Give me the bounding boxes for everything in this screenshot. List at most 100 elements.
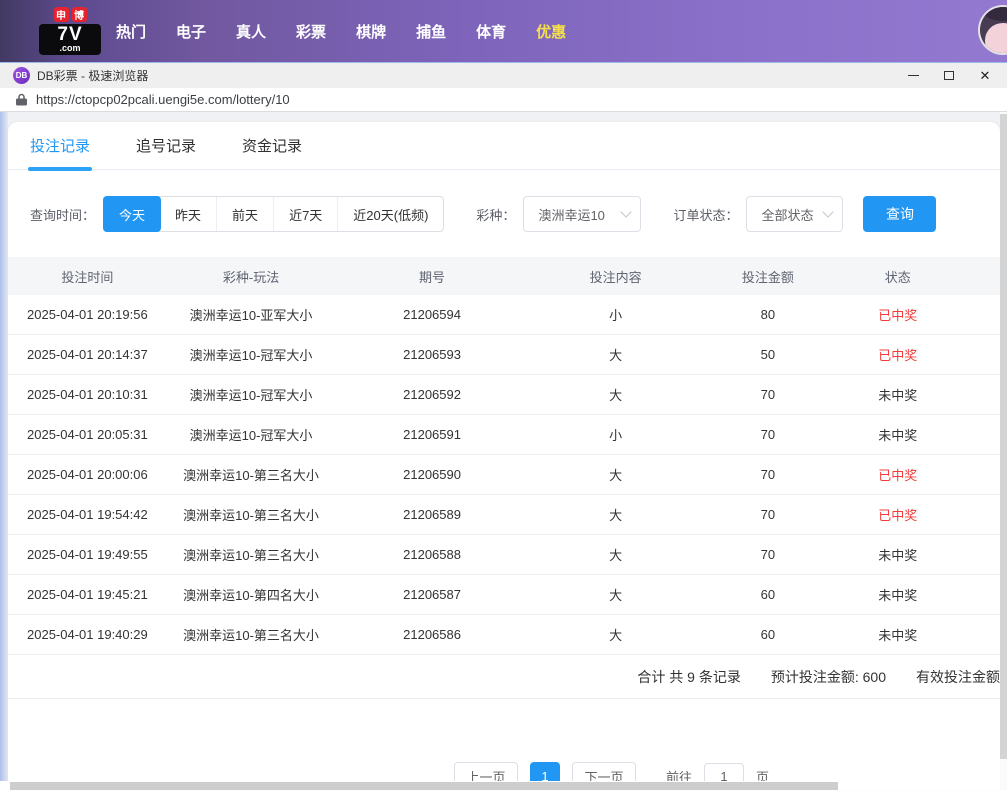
close-button[interactable]: ✕: [967, 63, 1003, 89]
summary-row: 合计 共 9 条记录 预计投注金额: 600 有效投注金额: [8, 655, 1000, 699]
table-row: 2025-04-01 19:54:42澳洲幸运10-第三名大小21206589大…: [8, 495, 1000, 535]
chevron-down-icon: [621, 206, 632, 217]
tab-资金记录[interactable]: 资金记录: [242, 122, 302, 169]
column-header: 期号: [335, 267, 528, 286]
nav-item-热门[interactable]: 热门: [116, 21, 146, 42]
bet-amount: 60: [702, 627, 833, 642]
table-row: 2025-04-01 19:40:29澳洲幸运10-第三名大小21206586大…: [8, 615, 1000, 655]
nav-item-棋牌[interactable]: 棋牌: [356, 21, 386, 42]
table-row: 2025-04-01 20:05:31澳洲幸运10-冠军大小21206591小7…: [8, 415, 1000, 455]
lottery-filter-label: 彩种：: [476, 205, 515, 224]
game-play: 澳洲幸运10-第四名大小: [167, 585, 336, 604]
bet-time: 2025-04-01 20:14:37: [8, 347, 167, 362]
game-play: 澳洲幸运10-第三名大小: [167, 545, 336, 564]
bet-status: 已中奖: [833, 465, 962, 484]
time-option-前天[interactable]: 前天: [216, 197, 273, 231]
nav-item-优惠[interactable]: 优惠: [536, 21, 566, 42]
logo-badge-left: 申: [54, 7, 69, 22]
bet-amount: 70: [702, 427, 833, 442]
lock-icon: [16, 93, 27, 106]
bet-status: 已中奖: [833, 505, 962, 524]
bet-content: 大: [529, 585, 703, 604]
game-play: 澳洲幸运10-冠军大小: [167, 425, 336, 444]
window-title: DB彩票 - 极速浏览器: [37, 67, 148, 84]
time-option-近7天[interactable]: 近7天: [273, 197, 337, 231]
time-option-昨天[interactable]: 昨天: [160, 197, 216, 231]
lottery-select[interactable]: 澳洲幸运10: [523, 196, 641, 232]
bet-content: 小: [529, 425, 703, 444]
bet-content: 大: [529, 345, 703, 364]
bet-status: 未中奖: [833, 385, 962, 404]
browser-app-icon: DB: [13, 67, 30, 84]
bet-time: 2025-04-01 19:45:21: [8, 587, 167, 602]
issue-number: 21206586: [335, 627, 528, 642]
time-option-近20天(低频)[interactable]: 近20天(低频): [337, 197, 443, 231]
maximize-button[interactable]: [931, 63, 967, 89]
content-card: 投注记录追号记录资金记录 查询时间： 今天昨天前天近7天近20天(低频) 彩种：…: [8, 122, 1000, 790]
url-text[interactable]: https://ctopcp02pcali.uengi5e.com/lotter…: [36, 92, 290, 107]
vertical-scrollbar-thumb[interactable]: [1000, 114, 1007, 759]
tab-追号记录[interactable]: 追号记录: [136, 122, 196, 169]
time-option-今天[interactable]: 今天: [103, 196, 161, 232]
record-tabs: 投注记录追号记录资金记录: [8, 122, 1000, 170]
bet-content: 小: [529, 305, 703, 324]
table-row: 2025-04-01 20:19:56澳洲幸运10-亚军大小21206594小8…: [8, 295, 1000, 335]
site-logo[interactable]: 申 博 7V .com: [37, 7, 103, 55]
logo-suffix-text: .com: [39, 44, 101, 53]
bet-time: 2025-04-01 20:00:06: [8, 467, 167, 482]
status-filter-label: 订单状态：: [673, 205, 738, 224]
bet-time: 2025-04-01 19:49:55: [8, 547, 167, 562]
bet-time: 2025-04-01 19:54:42: [8, 507, 167, 522]
bet-status: 未中奖: [833, 585, 962, 604]
nav-item-彩票[interactable]: 彩票: [296, 21, 326, 42]
screen: 申 博 7V .com 热门 电子 真人 彩票 棋牌 捕鱼 体育 优惠 DB DB彩票 - 极…: [0, 0, 1007, 791]
summary-valid: 有效投注金额: [916, 667, 1000, 687]
bet-status: 已中奖: [833, 305, 962, 324]
bet-amount: 70: [702, 467, 833, 482]
address-bar[interactable]: https://ctopcp02pcali.uengi5e.com/lotter…: [0, 88, 1007, 112]
game-play: 澳洲幸运10-第三名大小: [167, 465, 336, 484]
logo-badges: 申 博: [54, 7, 87, 22]
horizontal-scrollbar[interactable]: [0, 781, 1000, 790]
nav-item-体育[interactable]: 体育: [476, 21, 506, 42]
bet-content: 大: [529, 505, 703, 524]
horizontal-scrollbar-thumb[interactable]: [10, 782, 838, 790]
bet-status: 未中奖: [833, 545, 962, 564]
nav-item-电子[interactable]: 电子: [176, 21, 206, 42]
bet-time: 2025-04-01 20:10:31: [8, 387, 167, 402]
tab-投注记录[interactable]: 投注记录: [30, 122, 90, 169]
column-header: 彩种-玩法: [167, 267, 336, 286]
site-header: 申 博 7V .com 热门 电子 真人 彩票 棋牌 捕鱼 体育 优惠: [0, 0, 1007, 62]
bet-time: 2025-04-01 20:19:56: [8, 307, 167, 322]
issue-number: 21206587: [335, 587, 528, 602]
logo-badge-right: 博: [72, 7, 87, 22]
table-row: 2025-04-01 19:45:21澳洲幸运10-第四名大小21206587大…: [8, 575, 1000, 615]
game-play: 澳洲幸运10-第三名大小: [167, 625, 336, 644]
bet-status: 未中奖: [833, 625, 962, 644]
status-select-value: 全部状态: [761, 205, 813, 224]
minimize-button[interactable]: [895, 63, 931, 89]
issue-number: 21206591: [335, 427, 528, 442]
status-select[interactable]: 全部状态: [746, 196, 843, 232]
bet-status: 未中奖: [833, 425, 962, 444]
time-filter-label: 查询时间：: [30, 205, 95, 224]
column-header: 投注时间: [8, 267, 167, 286]
page-viewport: 投注记录追号记录资金记录 查询时间： 今天昨天前天近7天近20天(低频) 彩种：…: [0, 112, 1007, 790]
column-header: 状态: [833, 267, 962, 286]
bet-amount: 50: [702, 347, 833, 362]
issue-number: 21206588: [335, 547, 528, 562]
game-play: 澳洲幸运10-第三名大小: [167, 505, 336, 524]
nav-item-捕鱼[interactable]: 捕鱼: [416, 21, 446, 42]
main-nav: 热门 电子 真人 彩票 棋牌 捕鱼 体育 优惠: [116, 21, 566, 42]
maximize-icon: [944, 71, 954, 80]
bet-amount: 60: [702, 587, 833, 602]
logo-main-text: 7V: [39, 25, 101, 44]
bet-content: 大: [529, 625, 703, 644]
issue-number: 21206589: [335, 507, 528, 522]
user-avatar[interactable]: [978, 5, 1007, 55]
query-button[interactable]: 查询: [863, 196, 936, 232]
issue-number: 21206594: [335, 307, 528, 322]
bet-amount: 80: [702, 307, 833, 322]
nav-item-真人[interactable]: 真人: [236, 21, 266, 42]
vertical-scrollbar[interactable]: [1000, 112, 1007, 790]
